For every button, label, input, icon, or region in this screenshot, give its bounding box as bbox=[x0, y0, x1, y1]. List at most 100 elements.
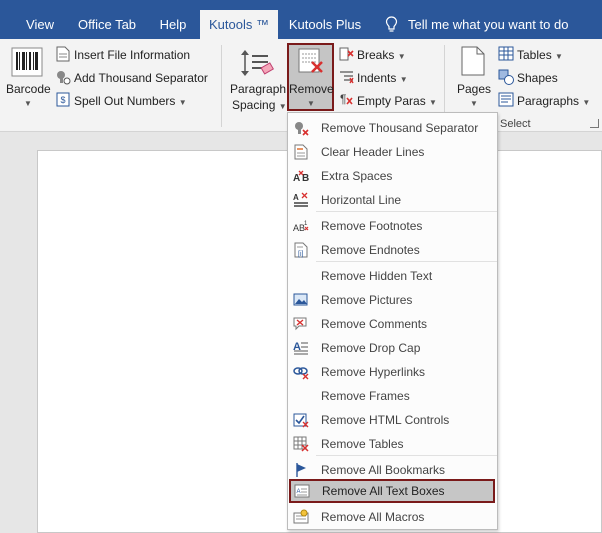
menu-item-label: Extra Spaces bbox=[321, 169, 393, 183]
thousand-separator-icon bbox=[57, 71, 71, 85]
menu-item-extra-spaces[interactable]: A B Extra Spaces bbox=[288, 164, 497, 188]
menu-item-remove-tables[interactable]: Remove Tables bbox=[288, 432, 497, 456]
menu-item-label: Remove Pictures bbox=[321, 293, 413, 307]
paragraph-spacing-button[interactable]: Paragraph bbox=[230, 82, 286, 96]
menu-item-label: Remove Frames bbox=[321, 389, 410, 403]
ribbon-separator bbox=[221, 45, 222, 127]
menu-item-label: Remove All Macros bbox=[321, 510, 425, 524]
remove-document-icon bbox=[298, 48, 323, 73]
svg-text:[i]: [i] bbox=[298, 251, 304, 258]
dialog-launcher-icon[interactable] bbox=[590, 119, 599, 128]
menu-item-remove-pictures[interactable]: Remove Pictures bbox=[288, 288, 497, 312]
chevron-down-icon: ▼ bbox=[470, 99, 478, 108]
select-tables-button[interactable]: Tables ▼ bbox=[517, 48, 563, 62]
menu-item-clear-header-lines[interactable]: Clear Header Lines bbox=[288, 140, 497, 164]
tab-office-tab[interactable]: Office Tab bbox=[70, 10, 144, 39]
footnotes-icon: AB 1 bbox=[293, 221, 309, 233]
tables-icon bbox=[293, 436, 309, 452]
chevron-down-icon: ▼ bbox=[429, 98, 437, 107]
menu-item-label: Remove HTML Controls bbox=[321, 413, 450, 427]
breaks-button[interactable]: Breaks ▼ bbox=[357, 48, 406, 62]
spell-out-numbers-icon: $ bbox=[56, 92, 70, 107]
comments-icon bbox=[293, 317, 307, 331]
svg-text:1: 1 bbox=[304, 221, 308, 227]
tables-icon bbox=[498, 46, 514, 61]
add-thousand-separator-button[interactable]: Add Thousand Separator bbox=[74, 71, 208, 85]
menu-separator bbox=[316, 211, 497, 212]
menu-item-label: Clear Header Lines bbox=[321, 145, 425, 159]
svg-text:$: $ bbox=[60, 95, 65, 105]
paragraph-spacing-label-2[interactable]: Spacing ▼ bbox=[232, 98, 287, 112]
barcode-dropdown-caret[interactable]: ▼ bbox=[24, 99, 32, 108]
html-controls-icon bbox=[293, 413, 309, 428]
chevron-down-icon: ▼ bbox=[397, 52, 406, 61]
bookmark-flag-icon bbox=[296, 463, 306, 477]
indents-label: Indents bbox=[357, 71, 397, 85]
remove-label: Remove bbox=[289, 82, 334, 96]
ribbon-tab-bar: View Office Tab Help Kutools ™ Kutools P… bbox=[0, 0, 602, 39]
menu-item-label: Remove Comments bbox=[321, 317, 428, 331]
pages-button[interactable]: Pages bbox=[457, 82, 491, 96]
tab-help[interactable]: Help bbox=[150, 10, 196, 39]
menu-separator bbox=[316, 455, 497, 456]
menu-item-remove-html-controls[interactable]: Remove HTML Controls bbox=[288, 408, 497, 432]
empty-paras-label: Empty Paras bbox=[357, 94, 426, 108]
endnotes-icon: [i] bbox=[294, 242, 308, 258]
thousand-separator-icon bbox=[295, 122, 309, 136]
menu-item-label: Remove All Text Boxes bbox=[322, 484, 445, 498]
barcode-icon bbox=[11, 47, 43, 77]
tab-kutools[interactable]: Kutools ™ bbox=[200, 10, 278, 39]
menu-item-label: Horizontal Line bbox=[321, 193, 402, 207]
select-paragraphs-button[interactable]: Paragraphs ▼ bbox=[517, 94, 590, 108]
breaks-icon bbox=[339, 47, 354, 61]
indents-icon bbox=[340, 71, 354, 84]
tab-kutools-plus[interactable]: Kutools Plus bbox=[284, 10, 366, 39]
spacing-label: Spacing bbox=[232, 98, 276, 112]
menu-item-remove-drop-cap[interactable]: A Remove Drop Cap bbox=[288, 336, 497, 360]
menu-item-label: Remove Hidden Text bbox=[321, 269, 433, 283]
menu-item-remove-hidden-text[interactable]: Remove Hidden Text bbox=[288, 264, 497, 288]
menu-item-remove-comments[interactable]: Remove Comments bbox=[288, 312, 497, 336]
text-box-icon: A bbox=[294, 484, 310, 498]
menu-item-remove-endnotes[interactable]: [i] Remove Endnotes bbox=[288, 238, 497, 262]
tell-me-search[interactable]: Tell me what you want to do bbox=[408, 10, 578, 39]
paragraphs-icon bbox=[498, 92, 514, 107]
svg-text:¶: ¶ bbox=[340, 92, 346, 106]
barcode-button[interactable]: Barcode bbox=[6, 82, 51, 96]
header-lines-icon bbox=[294, 144, 308, 160]
select-shapes-button[interactable]: Shapes bbox=[517, 71, 558, 85]
breaks-label: Breaks bbox=[357, 48, 395, 62]
shapes-icon bbox=[498, 69, 514, 85]
lightbulb-icon bbox=[385, 16, 398, 32]
chevron-down-icon: ▼ bbox=[278, 102, 287, 111]
chevron-down-icon: ▼ bbox=[399, 75, 408, 84]
pages-icon bbox=[461, 46, 485, 76]
svg-text:A: A bbox=[293, 193, 299, 202]
tab-view[interactable]: View bbox=[16, 10, 64, 39]
empty-paras-button[interactable]: Empty Paras ▼ bbox=[357, 94, 437, 108]
paragraph-spacing-icon bbox=[241, 50, 274, 76]
chevron-down-icon: ▼ bbox=[307, 99, 315, 108]
empty-paras-icon: ¶ bbox=[340, 92, 353, 106]
menu-separator bbox=[316, 261, 497, 262]
menu-item-remove-hyperlinks[interactable]: Remove Hyperlinks bbox=[288, 360, 497, 384]
horizontal-line-icon: A bbox=[293, 192, 308, 207]
paragraphs-label: Paragraphs bbox=[517, 94, 580, 108]
spell-out-numbers-button[interactable]: Spell Out Numbers ▼ bbox=[74, 94, 187, 108]
insert-file-information-button[interactable]: Insert File Information bbox=[74, 48, 190, 62]
spell-out-numbers-label: Spell Out Numbers bbox=[74, 94, 176, 108]
chevron-down-icon: ▼ bbox=[582, 98, 591, 107]
file-info-icon bbox=[56, 46, 70, 62]
hyperlinks-icon bbox=[293, 367, 309, 380]
menu-item-remove-footnotes[interactable]: AB 1 Remove Footnotes bbox=[288, 214, 497, 238]
chevron-down-icon: ▼ bbox=[555, 52, 563, 61]
menu-item-label: Remove Hyperlinks bbox=[321, 365, 426, 379]
menu-item-remove-all-text-boxes[interactable]: A Remove All Text Boxes bbox=[289, 479, 495, 503]
menu-item-remove-all-macros[interactable]: Remove All Macros bbox=[288, 505, 497, 529]
menu-item-horizontal-line[interactable]: A Horizontal Line bbox=[288, 188, 497, 212]
drop-cap-icon: A bbox=[293, 341, 308, 355]
indents-button[interactable]: Indents ▼ bbox=[357, 71, 408, 85]
menu-item-remove-thousand-separator[interactable]: Remove Thousand Separator bbox=[288, 116, 497, 140]
tables-label: Tables bbox=[517, 48, 552, 62]
menu-item-remove-frames[interactable]: Remove Frames bbox=[288, 384, 497, 408]
